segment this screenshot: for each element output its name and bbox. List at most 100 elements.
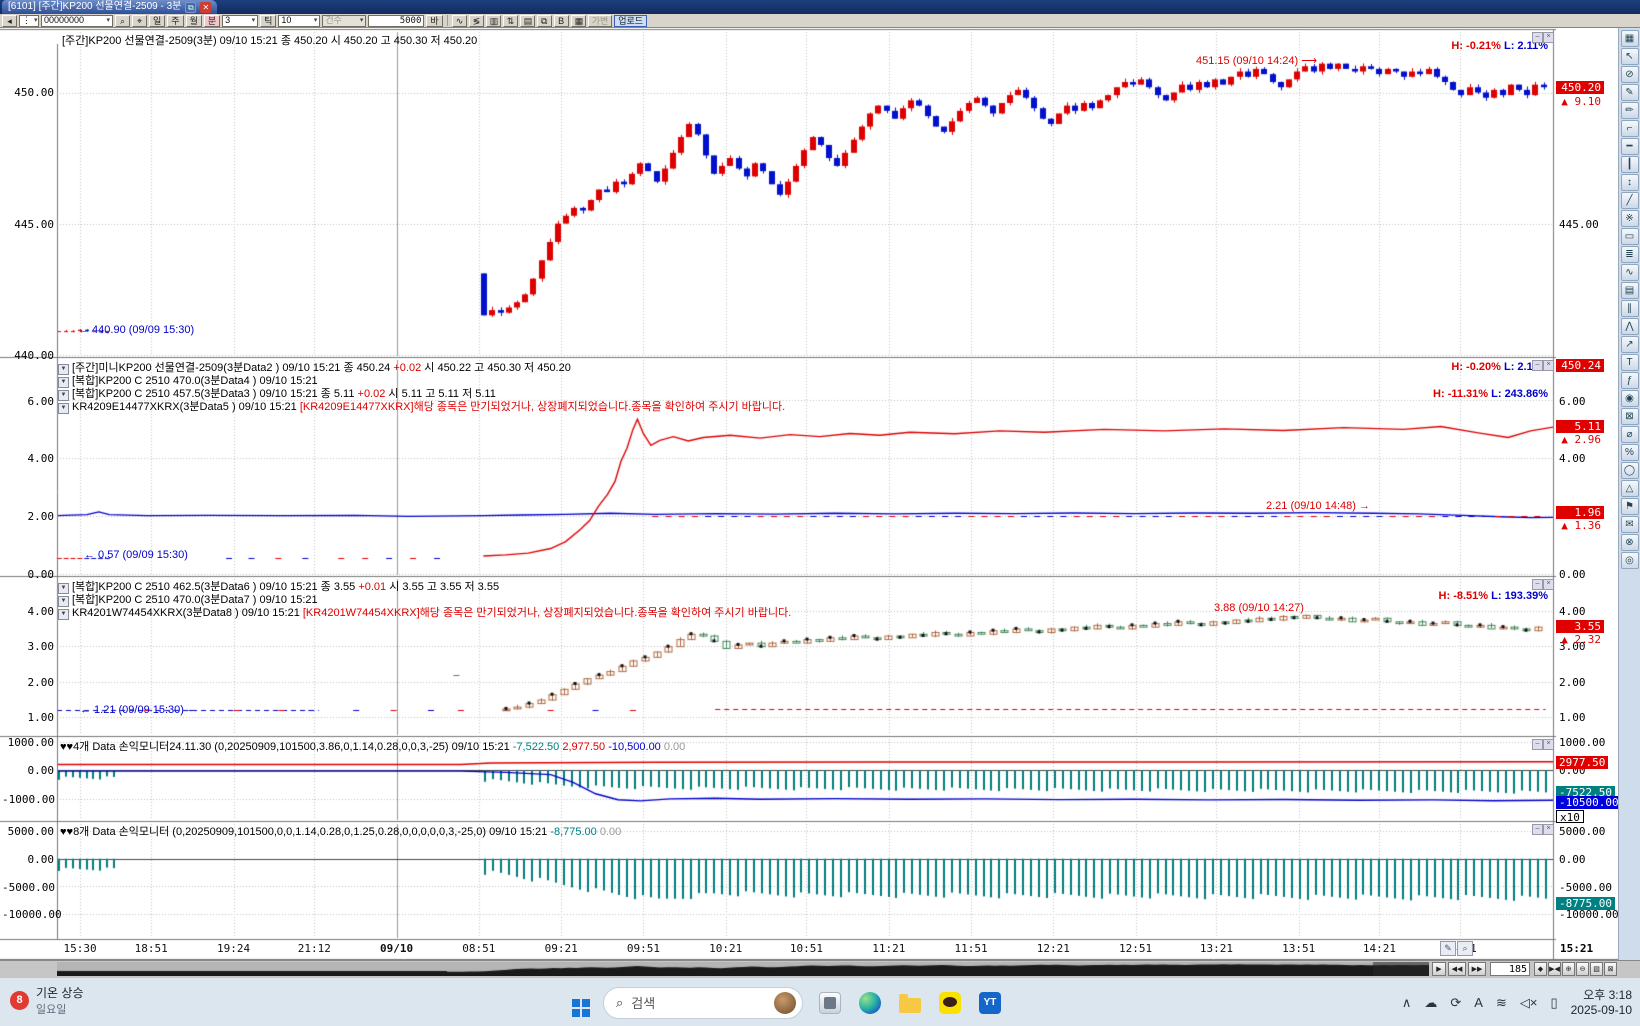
- tab-close-icon[interactable]: ✕: [200, 2, 211, 13]
- delete-tool[interactable]: ⊠: [1621, 408, 1639, 425]
- pattern-tool[interactable]: ▤: [1621, 282, 1639, 299]
- minute-count-combo[interactable]: 3▾: [222, 15, 258, 27]
- search-icon[interactable]: ⌕: [115, 15, 130, 27]
- arrow-tool[interactable]: ↗: [1621, 336, 1639, 353]
- panel-minimize-button[interactable]: –: [1532, 739, 1543, 750]
- tick-button[interactable]: 틱: [260, 15, 276, 27]
- ellipse-tool[interactable]: ◯: [1621, 462, 1639, 479]
- fit-button[interactable]: ◆: [1534, 962, 1547, 976]
- window-tab[interactable]: [6101] [주간]KP200 선물연결-2509 - 3분 ⧉ ✕: [2, 0, 217, 14]
- start-button[interactable]: [563, 990, 589, 1016]
- angle-tool[interactable]: ⌐: [1621, 120, 1639, 137]
- scroll-play-button[interactable]: ▶: [1432, 962, 1446, 976]
- collapse-toggle[interactable]: ▼: [58, 390, 69, 401]
- triangle-tool[interactable]: △: [1621, 480, 1639, 497]
- sort-arrows-icon[interactable]: ⇅: [503, 15, 518, 27]
- cloud-icon[interactable]: ☁: [1424, 995, 1437, 1011]
- zigzag-tool[interactable]: ⋀: [1621, 318, 1639, 335]
- channel-tool[interactable]: ∥: [1621, 300, 1639, 317]
- axis-zoom-button[interactable]: ⌕: [1457, 941, 1473, 956]
- eye-tool[interactable]: ◎: [1621, 552, 1639, 569]
- panel-close-button[interactable]: ×: [1543, 579, 1554, 590]
- grid-icon[interactable]: ▦: [571, 15, 586, 27]
- multiline-tool[interactable]: ※: [1621, 210, 1639, 227]
- pencil-tool[interactable]: ✎: [1621, 84, 1639, 101]
- period-minute-button[interactable]: 분: [204, 15, 220, 27]
- symbol-combo[interactable]: 00000000▾: [41, 15, 113, 27]
- panel-minimize-button[interactable]: –: [1532, 824, 1543, 835]
- app-window-icon[interactable]: [817, 990, 843, 1016]
- chart-layout-tool[interactable]: ▦: [1621, 30, 1639, 47]
- text-tool[interactable]: T: [1621, 354, 1639, 371]
- vertical-line-tool[interactable]: ┃: [1621, 156, 1639, 173]
- panel-minimize-button[interactable]: –: [1532, 360, 1543, 371]
- compare-chart-icon[interactable]: ≶: [469, 15, 484, 27]
- axis-edit-button[interactable]: ✎: [1440, 941, 1456, 956]
- scrollbar-minimap[interactable]: [57, 962, 1429, 976]
- crosshair-tool[interactable]: ⊘: [1621, 66, 1639, 83]
- period-month-button[interactable]: 월: [186, 15, 202, 27]
- indicator-b-icon[interactable]: B: [554, 15, 569, 27]
- pointer-tool[interactable]: ↖: [1621, 48, 1639, 65]
- sync-icon[interactable]: ⟳: [1450, 995, 1461, 1011]
- snapshot-button[interactable]: ▧: [1590, 962, 1603, 976]
- edge-icon[interactable]: [857, 990, 883, 1016]
- panel-close-button[interactable]: ×: [1543, 32, 1554, 43]
- taskbar-search[interactable]: ⌕ 검색: [603, 987, 803, 1019]
- compress-button[interactable]: ▶◀: [1548, 962, 1561, 976]
- note-tool[interactable]: ✉: [1621, 516, 1639, 533]
- close-button[interactable]: ⊠: [1604, 962, 1617, 976]
- horizontal-line-tool[interactable]: ━: [1621, 138, 1639, 155]
- period-week-button[interactable]: 주: [167, 15, 183, 27]
- yt-app-icon[interactable]: YT: [977, 990, 1003, 1016]
- pen-tool[interactable]: ✏: [1621, 102, 1639, 119]
- range-tool[interactable]: ↕: [1621, 174, 1639, 191]
- mini-combo[interactable]: ⋮▾: [19, 15, 39, 27]
- bar-unit-button[interactable]: 바: [426, 15, 442, 27]
- candle-chart-icon[interactable]: ∿: [452, 15, 467, 27]
- scroll-next-button[interactable]: ▶▶: [1468, 962, 1486, 976]
- panel-close-button[interactable]: ×: [1543, 360, 1554, 371]
- collapse-toggle[interactable]: ▼: [58, 364, 69, 375]
- panel-close-button[interactable]: ×: [1543, 824, 1554, 835]
- taskbar-clock[interactable]: 오후 3:18 2025-09-10: [1571, 988, 1632, 1018]
- taskbar-weather-widget[interactable]: 8 기온 상승 일요일: [10, 984, 84, 1017]
- magnet-tool[interactable]: ◉: [1621, 390, 1639, 407]
- battery-icon[interactable]: ▯: [1550, 995, 1557, 1011]
- ruler-tool[interactable]: ⌀: [1621, 426, 1639, 443]
- chevron-up-icon[interactable]: ∧: [1402, 995, 1412, 1011]
- panel-close-button[interactable]: ×: [1543, 739, 1554, 750]
- kakaotalk-icon[interactable]: [937, 990, 963, 1016]
- collapse-toggle[interactable]: ▼: [58, 377, 69, 388]
- indicator-tool[interactable]: ƒ: [1621, 372, 1639, 389]
- zoom-minus-button[interactable]: ⊖: [1576, 962, 1589, 976]
- panel-minimize-button[interactable]: –: [1532, 32, 1543, 43]
- search-symbol-icon[interactable]: ⌖: [132, 15, 147, 27]
- folder-icon[interactable]: [897, 990, 923, 1016]
- zoom-plus-button[interactable]: ⊕: [1562, 962, 1575, 976]
- wave-tool[interactable]: ∿: [1621, 264, 1639, 281]
- collapse-toggle[interactable]: ▼: [58, 596, 69, 607]
- visible-bars-input[interactable]: [1490, 962, 1530, 976]
- wifi-icon[interactable]: ≋: [1496, 995, 1507, 1011]
- tab-detach-icon[interactable]: ⧉: [185, 2, 196, 13]
- ime-korean-icon[interactable]: A: [1474, 995, 1483, 1011]
- collapse-left-button[interactable]: ◂: [2, 15, 17, 27]
- flag-tool[interactable]: ⚑: [1621, 498, 1639, 515]
- volume-mute-icon[interactable]: ◁×: [1520, 995, 1538, 1011]
- new-doc-icon[interactable]: ▤: [520, 15, 535, 27]
- panel-minimize-button[interactable]: –: [1532, 579, 1543, 590]
- box-tool[interactable]: ▭: [1621, 228, 1639, 245]
- fibonacci-tool[interactable]: ≣: [1621, 246, 1639, 263]
- chart-canvas[interactable]: [0, 28, 1618, 960]
- tick-count-combo[interactable]: 10▾: [278, 15, 320, 27]
- copy-doc-icon[interactable]: ⧉: [537, 15, 552, 27]
- trendline-tool[interactable]: ╱: [1621, 192, 1639, 209]
- lock-tool[interactable]: ⊗: [1621, 534, 1639, 551]
- scroll-prev-button[interactable]: ◀◀: [1448, 962, 1466, 976]
- period-day-button[interactable]: 일: [149, 15, 165, 27]
- collapse-toggle[interactable]: ▼: [58, 609, 69, 620]
- collapse-toggle[interactable]: ▼: [58, 583, 69, 594]
- bar-chart-icon[interactable]: ▥: [486, 15, 501, 27]
- upload-button[interactable]: 업로드: [614, 15, 647, 27]
